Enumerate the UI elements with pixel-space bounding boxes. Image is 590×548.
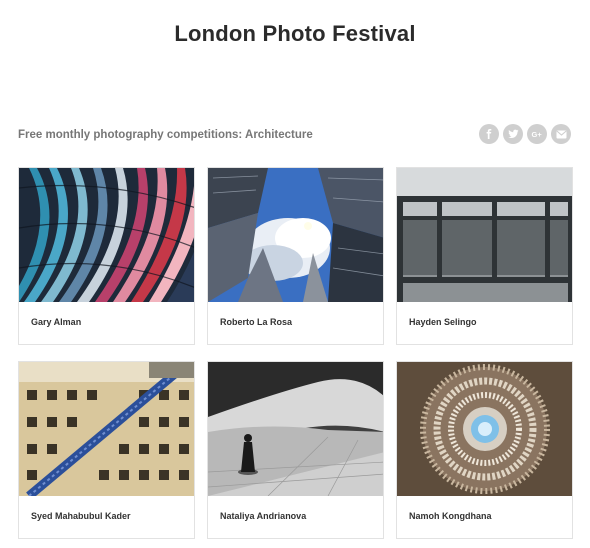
entry-photo[interactable] — [208, 362, 383, 496]
entry-card-roberto-la-rosa[interactable]: Roberto La Rosa — [207, 167, 384, 345]
photographer-name[interactable]: Syed Mahabubul Kader — [31, 511, 131, 521]
entry-card-namoh-kongdhana[interactable]: Namoh Kongdhana — [396, 361, 573, 539]
email-icon — [555, 130, 567, 139]
entry-photo[interactable] — [397, 362, 572, 496]
svg-text:G+: G+ — [532, 130, 543, 139]
entry-card-gary-alman[interactable]: Gary Alman — [18, 167, 195, 345]
facebook-icon — [484, 129, 494, 139]
email-share-button[interactable] — [551, 124, 571, 144]
page-title: London Photo Festival — [174, 21, 416, 46]
entry-photo[interactable] — [19, 362, 194, 496]
competition-subtitle: Free monthly photography competitions: A… — [18, 129, 313, 141]
entry-photo[interactable] — [208, 168, 383, 302]
photographer-name[interactable]: Hayden Selingo — [409, 317, 477, 327]
google-plus-share-button[interactable]: G+ — [527, 124, 547, 144]
photographer-name[interactable]: Gary Alman — [31, 317, 81, 327]
entry-card-nataliya-andrianova[interactable]: Nataliya Andrianova — [207, 361, 384, 539]
entry-card-hayden-selingo[interactable]: Hayden Selingo — [396, 167, 573, 345]
twitter-icon — [507, 129, 519, 139]
share-buttons: G+ — [479, 124, 571, 144]
facebook-share-button[interactable] — [479, 124, 499, 144]
photographer-name[interactable]: Namoh Kongdhana — [409, 511, 492, 521]
photographer-name[interactable]: Nataliya Andrianova — [220, 511, 306, 521]
entry-photo[interactable] — [19, 168, 194, 302]
photographer-name[interactable]: Roberto La Rosa — [220, 317, 292, 327]
entry-card-syed-mahabubul-kader[interactable]: Syed Mahabubul Kader — [18, 361, 195, 539]
twitter-share-button[interactable] — [503, 124, 523, 144]
entry-photo[interactable] — [397, 168, 572, 302]
google-plus-icon: G+ — [531, 129, 543, 139]
